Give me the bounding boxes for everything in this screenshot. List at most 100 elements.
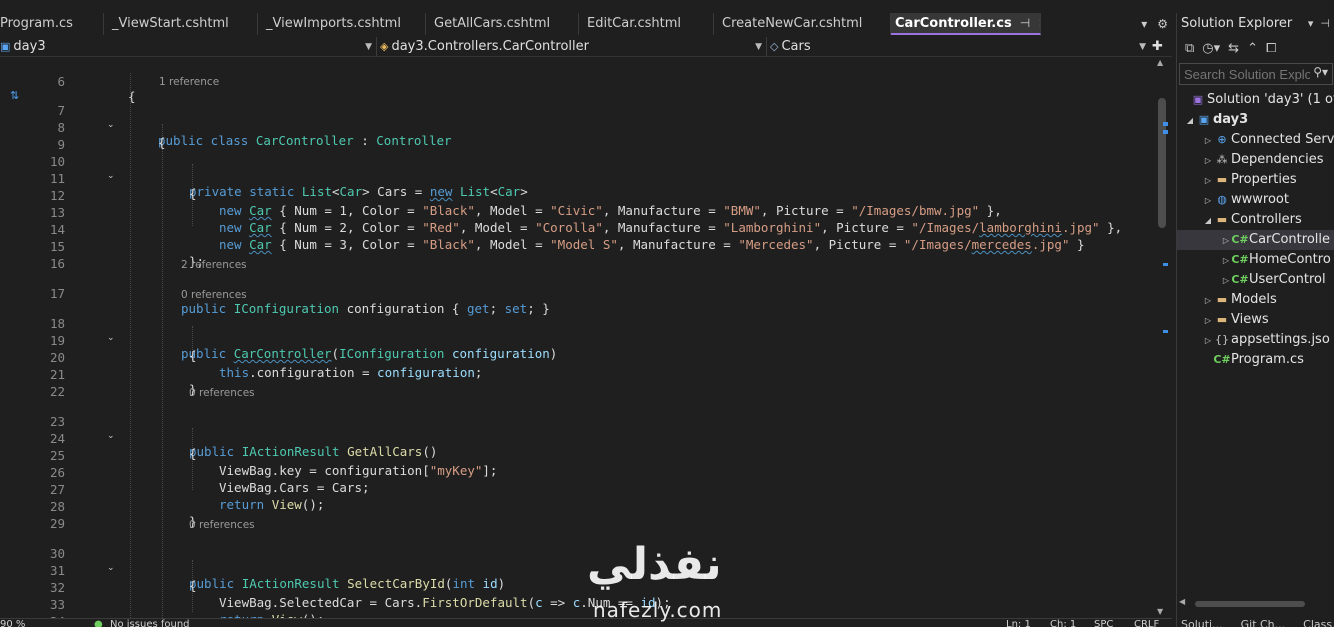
- tab-solution-explorer[interactable]: Soluti...: [1181, 618, 1223, 627]
- code-editor[interactable]: ⇅ 6 { 1 reference 7 ⌄ public class CarCo…: [0, 58, 1152, 618]
- member-dropdown[interactable]: ◇ Cars ▼: [770, 38, 1148, 56]
- class-icon: ◈: [380, 40, 389, 53]
- expanded-arrow-icon[interactable]: ◢: [1185, 111, 1195, 131]
- tab-editcar[interactable]: EditCar.cshtml: [579, 13, 714, 35]
- search-icon[interactable]: ⚲▾: [1313, 65, 1328, 79]
- scroll-up-icon[interactable]: ▲: [1157, 58, 1163, 67]
- folder-icon: ▬: [1216, 313, 1228, 326]
- scroll-down-icon[interactable]: ▼: [1157, 607, 1163, 616]
- collapsed-arrow-icon[interactable]: ▷: [1203, 171, 1213, 191]
- tree-item-project[interactable]: ◢ ▣ day3: [1185, 110, 1334, 130]
- solution-horizontal-scrollbar[interactable]: ◀: [1177, 597, 1334, 609]
- tab-viewstart[interactable]: _ViewStart.cshtml: [104, 13, 258, 35]
- collapsed-arrow-icon[interactable]: ▷: [1221, 251, 1231, 271]
- tab-label: _ViewStart.cshtml: [112, 16, 229, 31]
- collapse-all-icon[interactable]: ⌃: [1247, 41, 1258, 56]
- panel-title: Solution Explorer: [1181, 16, 1293, 31]
- tree-item-appsettings[interactable]: ▷{} appsettings.jso: [1203, 330, 1334, 350]
- tab-label: Program.cs: [0, 16, 73, 31]
- tab-label: CarController.cs: [895, 16, 1012, 31]
- solution-search-box[interactable]: ⚲▾: [1179, 63, 1333, 85]
- close-icon[interactable]: ✕: [1038, 16, 1040, 30]
- tree-item-label: HomeContro: [1249, 252, 1331, 267]
- csharp-project-icon: ▣: [0, 40, 11, 53]
- tab-getallcars[interactable]: GetAllCars.cshtml: [426, 13, 579, 35]
- collapsed-arrow-icon[interactable]: ▷: [1203, 311, 1213, 331]
- tree-item-controllers[interactable]: ◢ ▬ Controllers: [1203, 210, 1334, 230]
- collapsed-arrow-icon[interactable]: ▷: [1221, 271, 1231, 291]
- split-editor-button[interactable]: ✚: [1152, 38, 1170, 56]
- solution-explorer-header: Solution Explorer ▾ ⊣: [1177, 13, 1334, 35]
- code-line: 21 }: [0, 351, 1152, 397]
- scrollbar-thumb[interactable]: [1195, 601, 1305, 607]
- tree-item-properties[interactable]: ▷ ▬ Properties: [1203, 170, 1334, 190]
- scrollbar-thumb[interactable]: [1158, 98, 1166, 228]
- code-line: 33 return View();: [0, 581, 1152, 618]
- tree-item-models[interactable]: ▷ ▬ Models: [1203, 290, 1334, 310]
- code-line: 24 {: [0, 415, 1152, 461]
- member-dropdown-label: Cars: [781, 39, 811, 54]
- expanded-arrow-icon[interactable]: ◢: [1203, 211, 1213, 231]
- line-ending-indicator[interactable]: CRLF: [1134, 619, 1159, 627]
- whitespace-indicator[interactable]: SPC: [1094, 619, 1113, 627]
- solution-explorer-toolbar: ⧉ ◷▾ ⇆ ⌃ ⧠: [1177, 35, 1334, 61]
- collapsed-arrow-icon[interactable]: ▷: [1221, 231, 1231, 251]
- scroll-marker: [1163, 330, 1168, 333]
- tree-item-label: day3: [1213, 112, 1249, 127]
- dependencies-icon: ⁂: [1216, 153, 1228, 166]
- document-tab-bar: Program.cs _ViewStart.cshtml _ViewImport…: [0, 13, 1172, 35]
- csharp-file-icon: C#: [1213, 353, 1231, 366]
- issues-status[interactable]: No issues found: [110, 619, 190, 627]
- tree-item-connected-services[interactable]: ▷ ⊕ Connected Serv: [1203, 130, 1334, 150]
- pin-icon[interactable]: ⊣: [1320, 17, 1330, 30]
- tree-item-solution[interactable]: ▣Solution 'day3' (1 of 1: [1189, 90, 1334, 110]
- tree-item-label: wwwroot: [1231, 192, 1289, 207]
- tree-item-label: Solution 'day3' (1 of 1: [1207, 92, 1334, 107]
- code-line: 14 new Car { Num = 3, Color = "Black", M…: [0, 206, 1152, 252]
- scroll-left-icon[interactable]: ◀: [1179, 597, 1185, 606]
- show-all-files-icon[interactable]: ⧠: [1266, 41, 1276, 56]
- tree-item-views[interactable]: ▷ ▬ Views: [1203, 310, 1334, 330]
- project-dropdown[interactable]: ▣ day3 ▼: [0, 38, 374, 56]
- tree-item-label: CarControlle: [1249, 232, 1330, 247]
- tree-item-label: Dependencies: [1231, 152, 1324, 167]
- tree-item-homecontroller[interactable]: ▷ C#HomeContro: [1221, 250, 1334, 270]
- collapsed-arrow-icon[interactable]: ▷: [1203, 191, 1213, 211]
- class-dropdown[interactable]: ◈ day3.Controllers.CarController ▼: [380, 38, 764, 56]
- collapsed-arrow-icon[interactable]: ▷: [1203, 131, 1213, 151]
- tab-class-view[interactable]: Class...: [1303, 618, 1334, 627]
- search-input[interactable]: [1180, 64, 1310, 84]
- check-icon: ●: [94, 619, 103, 627]
- column-indicator: Ch: 1: [1050, 619, 1077, 627]
- tab-viewimports[interactable]: _ViewImports.cshtml: [258, 13, 426, 35]
- history-icon[interactable]: ◷▾: [1202, 41, 1220, 56]
- code-line: 11 {: [0, 155, 1152, 201]
- watermark-url: nafezly.com: [593, 598, 723, 622]
- collapsed-arrow-icon[interactable]: ▷: [1203, 291, 1213, 311]
- collapsed-arrow-icon[interactable]: ▷: [1203, 151, 1213, 171]
- tree-item-program-cs[interactable]: C#Program.cs: [1203, 350, 1334, 370]
- code-line: 28 }: [0, 483, 1152, 529]
- tree-item-wwwroot[interactable]: ▷ ◍ wwwroot: [1203, 190, 1334, 210]
- sync-icon[interactable]: ⇆: [1228, 41, 1239, 56]
- tree-item-dependencies[interactable]: ▷ ⁂ Dependencies: [1203, 150, 1334, 170]
- csharp-file-icon: C#: [1231, 253, 1249, 266]
- gear-icon[interactable]: ⚙: [1157, 17, 1168, 31]
- pin-icon[interactable]: ⊣: [1020, 16, 1030, 30]
- editor-vertical-scrollbar[interactable]: ▲ ▼: [1152, 58, 1172, 618]
- collapsed-arrow-icon[interactable]: ▷: [1203, 331, 1213, 351]
- tab-git-changes[interactable]: Git Ch...: [1241, 618, 1286, 627]
- tab-carcontroller[interactable]: CarController.cs ⊣ ✕: [891, 13, 1041, 35]
- tree-item-carcontroller[interactable]: ▷ C#CarControlle: [1177, 230, 1334, 250]
- class-dropdown-label: day3.Controllers.CarController: [391, 39, 589, 54]
- tab-program-cs[interactable]: Program.cs: [0, 13, 104, 35]
- chevron-down-icon[interactable]: ▾: [1308, 17, 1314, 30]
- zoom-level[interactable]: 90 %: [0, 619, 25, 627]
- tab-createnewcar[interactable]: CreateNewCar.cshtml: [714, 13, 891, 35]
- panel-buttons: ▾ ⊣: [1308, 13, 1330, 35]
- code-line: 6 {: [0, 58, 1152, 104]
- tab-dropdown-icon[interactable]: ▾: [1141, 17, 1147, 31]
- switch-views-icon[interactable]: ⧉: [1185, 41, 1194, 56]
- tree-item-label: Connected Serv: [1231, 132, 1334, 147]
- tree-item-usercontroller[interactable]: ▷ C#UserControl: [1221, 270, 1334, 290]
